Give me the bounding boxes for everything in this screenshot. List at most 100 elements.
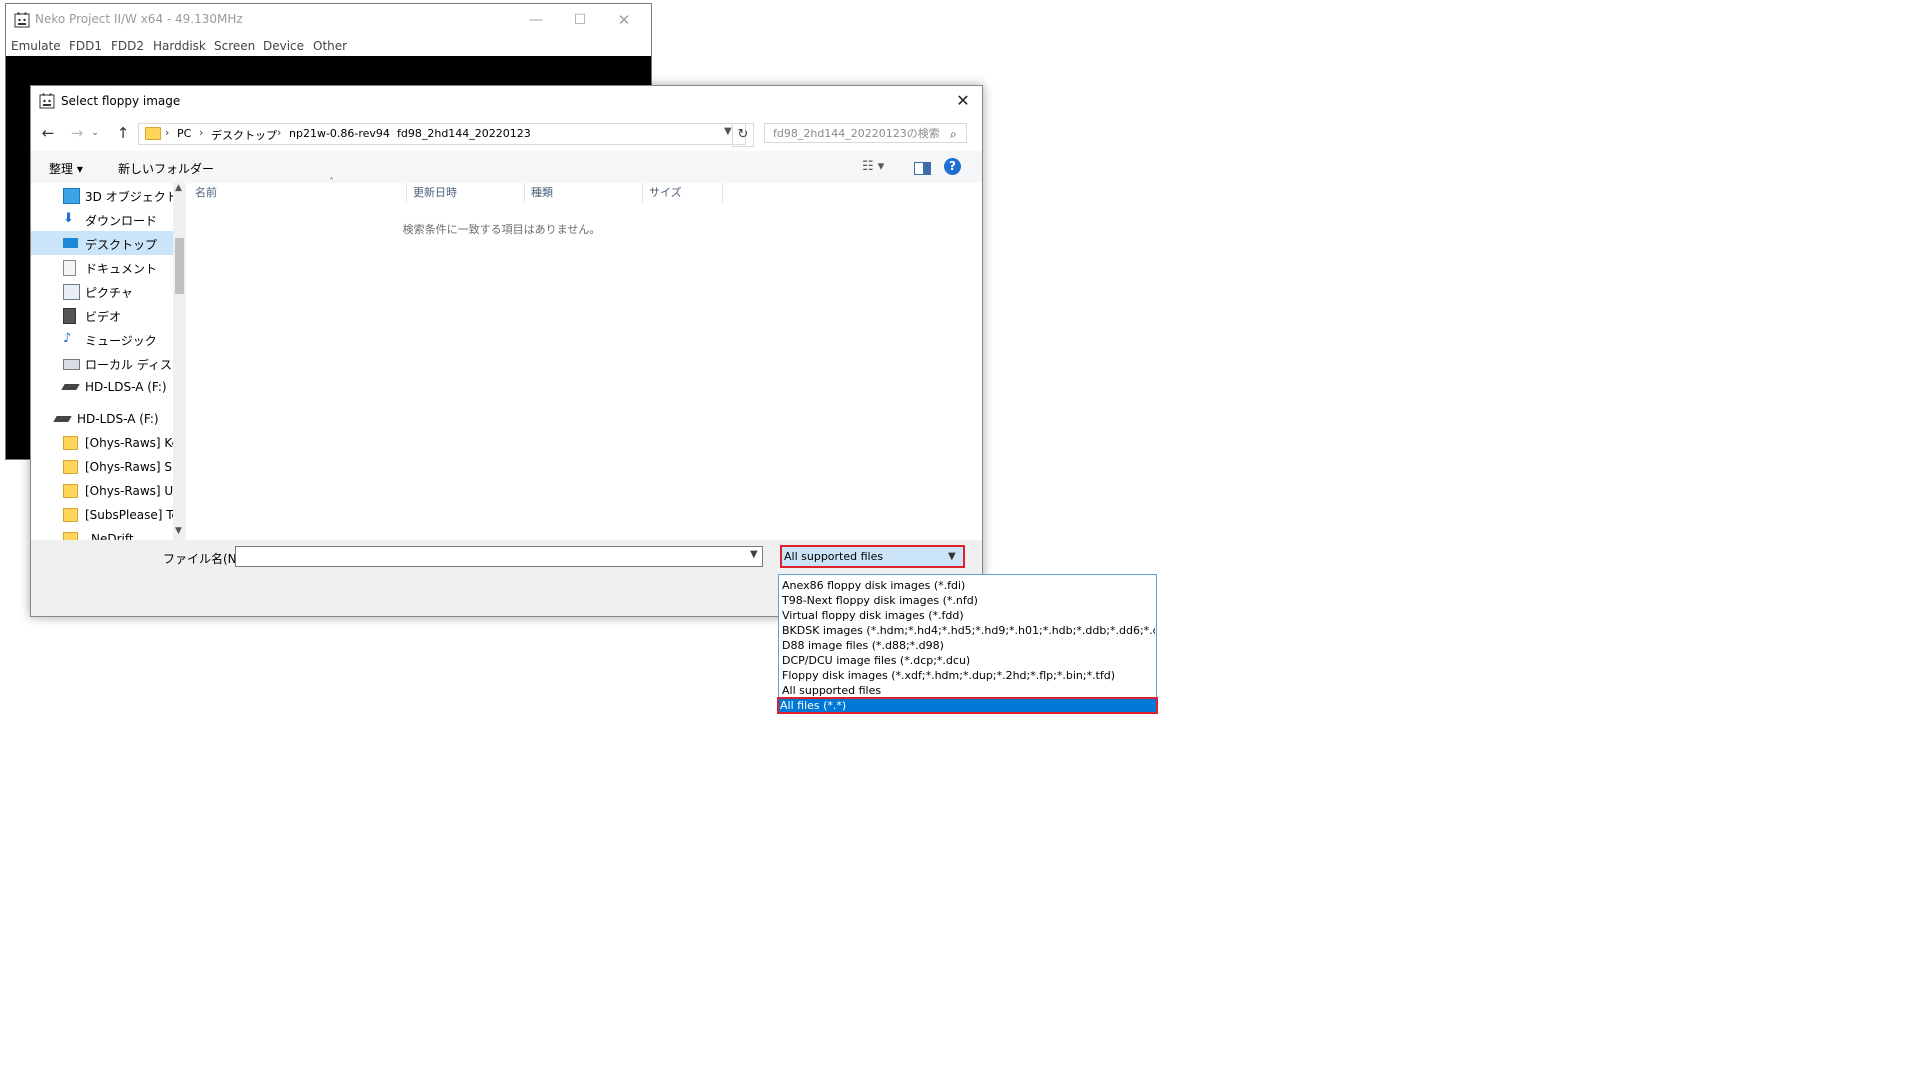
menu-fdd2[interactable]: FDD2 [111, 39, 144, 53]
organize-button[interactable]: 整理 ▾ [49, 160, 83, 177]
minimize-button[interactable]: — [514, 4, 558, 36]
dialog-toolbar: 整理 ▾ 新しいフォルダー ☷ ▾ ? [31, 151, 982, 183]
refresh-icon[interactable]: ↻ [732, 123, 754, 147]
nav-item-label: デスクトップ [85, 238, 158, 252]
breadcrumb-current-folder[interactable]: fd98_2hd144_20220123 [397, 127, 531, 140]
dialog-close-button[interactable]: ✕ [948, 88, 978, 114]
nav-item-label: ピクチャ [85, 286, 133, 300]
folder-icon [63, 508, 78, 522]
file-type-option[interactable]: All files (*.*) [777, 697, 1158, 714]
window-title: Neko Project II/W x64 - 49.130MHz [35, 12, 243, 26]
breadcrumb-desktop[interactable]: デスクトップ [211, 127, 277, 143]
preview-pane-icon[interactable] [914, 162, 931, 175]
menu-emulate[interactable]: Emulate [11, 39, 61, 53]
nav-item[interactable]: ⬇ ダウンロード [31, 207, 173, 231]
nav-item-label: HD-LDS-A (F:) [85, 380, 167, 394]
close-button[interactable]: ✕ [602, 4, 646, 36]
file-type-option[interactable]: BKDSK images (*.hdm;*.hd4;*.hd5;*.hd9;*.… [780, 623, 1155, 638]
nav-item[interactable]: ♪ ミュージック [31, 327, 173, 351]
menu-device[interactable]: Device [263, 39, 304, 53]
view-options-icon[interactable]: ☷ ▾ [862, 159, 884, 174]
up-arrow-icon[interactable]: ↑ [112, 121, 134, 145]
nav-item-label: ビデオ [85, 310, 122, 324]
search-input[interactable]: fd98_2hd144_20220123の検索 ⌕ [764, 123, 967, 143]
address-bar[interactable]: › PC › デスクトップ › np21w-0.86-rev94 › fd98_… [138, 123, 746, 145]
menu-bar: Emulate FDD1 FDD2 Harddisk Screen Device… [6, 36, 651, 56]
forward-arrow-icon[interactable]: → [66, 121, 88, 145]
drive-icon [53, 416, 72, 422]
column-header-size[interactable]: サイズ [643, 183, 723, 203]
breadcrumb-np21w[interactable]: np21w-0.86-rev94 [289, 127, 390, 140]
nav-item[interactable]: ピクチャ [31, 279, 173, 303]
nav-item[interactable]: デスクトップ [31, 231, 173, 255]
nav-item[interactable]: HD-LDS-A (F:) [31, 407, 173, 431]
menu-screen[interactable]: Screen [214, 39, 255, 53]
nav-item[interactable]: [Ohys-Raws] Ker [31, 431, 173, 455]
breadcrumb-separator-icon[interactable]: › [199, 126, 203, 139]
nav-item-label: ダウンロード [85, 214, 158, 228]
title-bar[interactable]: Neko Project II/W x64 - 49.130MHz — ☐ ✕ [6, 4, 651, 36]
breadcrumb-separator-icon[interactable]: › [165, 126, 169, 139]
menu-fdd1[interactable]: FDD1 [69, 39, 102, 53]
nav-item-label: ドキュメント [85, 262, 158, 276]
nav-item[interactable]: HD-LDS-A (F:) [31, 375, 173, 399]
nav-item-label: [Ohys-Raws] Shi [85, 460, 173, 474]
file-type-option[interactable]: T98-Next floppy disk images (*.nfd) [780, 593, 1155, 608]
maximize-button[interactable]: ☐ [558, 4, 602, 36]
column-header-name[interactable]: 名前 [189, 183, 407, 203]
column-header-type[interactable]: 種類 [525, 183, 643, 203]
file-type-option[interactable]: All supported files [780, 683, 1155, 698]
nav-item[interactable]: [Ohys-Raws] Shi [31, 455, 173, 479]
nav-item[interactable]: [Ohys-Raws] Ucl [31, 479, 173, 503]
breadcrumb-separator-icon[interactable]: › [385, 126, 389, 139]
3d-objects-icon [63, 188, 80, 204]
file-type-selected: All supported files [784, 550, 884, 563]
file-type-option[interactable]: D88 image files (*.d88;*.d98) [780, 638, 1155, 653]
filename-label: ファイル名(N): [163, 552, 246, 566]
scroll-down-arrow-icon[interactable]: ▼ [175, 526, 182, 536]
menu-other[interactable]: Other [313, 39, 347, 53]
cat-app-icon [39, 93, 55, 109]
breadcrumb-separator-icon[interactable]: › [277, 126, 281, 139]
dialog-title: Select floppy image [61, 94, 181, 108]
nav-item-label: HD-LDS-A (F:) [77, 412, 159, 426]
file-type-option[interactable]: Anex86 floppy disk images (*.fdi) [780, 578, 1155, 593]
chevron-down-icon[interactable]: ▼ [948, 547, 956, 566]
file-type-option[interactable]: Floppy disk images (*.xdf;*.hdm;*.dup;*.… [780, 668, 1155, 683]
desktop-icon [63, 238, 78, 248]
breadcrumb-pc[interactable]: PC [177, 127, 191, 140]
folder-icon [63, 484, 78, 498]
back-arrow-icon[interactable]: ← [37, 121, 59, 145]
chevron-down-icon[interactable]: ▼ [750, 549, 758, 560]
nav-item[interactable]: ビデオ [31, 303, 173, 327]
chevron-down-icon[interactable]: ▼ [724, 126, 732, 137]
scrollbar-thumb[interactable] [175, 238, 184, 294]
sort-ascending-icon: ˄ [329, 177, 334, 188]
filename-input[interactable]: ▼ [235, 546, 763, 567]
nav-item-label: 3D オブジェクト [85, 190, 173, 204]
folder-icon [63, 532, 78, 540]
nav-item[interactable]: [SubsPlease] Ten [31, 503, 173, 527]
scroll-up-arrow-icon[interactable]: ▲ [175, 183, 182, 193]
nav-scrollbar[interactable]: ▲ ▼ [173, 183, 186, 540]
column-header-modified[interactable]: 更新日時 [407, 183, 525, 203]
search-icon[interactable]: ⌕ [950, 124, 957, 144]
document-icon [63, 260, 76, 276]
file-type-select[interactable]: All supported files ▼ [780, 545, 965, 568]
cat-app-icon [14, 12, 30, 28]
file-list[interactable]: 名前 ˄ 更新日時 種類 サイズ 検索条件に一致する項目はありません。 [189, 177, 982, 540]
nav-item[interactable]: 3D オブジェクト [31, 183, 173, 207]
nav-item[interactable]: _NeDrift [31, 527, 173, 540]
nav-item[interactable]: ローカル ディスク (C [31, 351, 173, 375]
download-icon: ⬇ [63, 211, 74, 226]
video-icon [63, 308, 76, 324]
nav-item[interactable]: ドキュメント [31, 255, 173, 279]
new-folder-button[interactable]: 新しいフォルダー [118, 160, 214, 177]
file-type-option[interactable]: Virtual floppy disk images (*.fdd) [780, 608, 1155, 623]
folder-icon [63, 460, 78, 474]
help-icon[interactable]: ? [944, 158, 961, 175]
menu-harddisk[interactable]: Harddisk [153, 39, 206, 53]
pictures-icon [63, 284, 80, 300]
file-type-option[interactable]: DCP/DCU image files (*.dcp;*.dcu) [780, 653, 1155, 668]
recent-locations-chevron-icon[interactable]: ⌄ [88, 121, 102, 145]
